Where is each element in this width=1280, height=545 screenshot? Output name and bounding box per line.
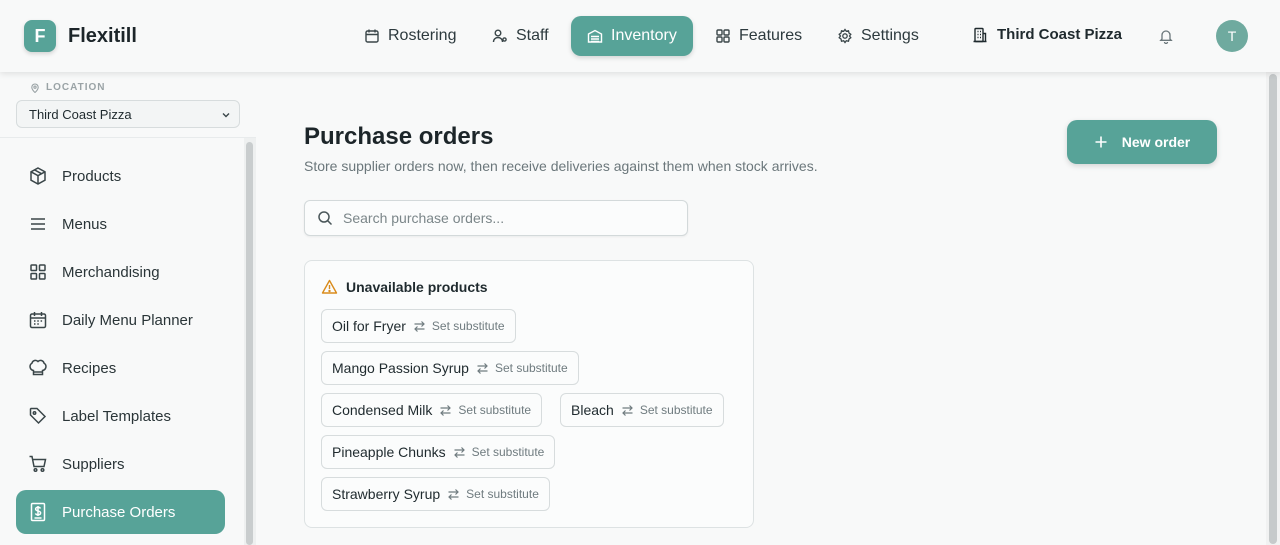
sidebar-item-label: Label Templates <box>62 407 171 425</box>
set-substitute-button[interactable]: Set substitute <box>621 403 713 417</box>
sidebar-scrollbar-thumb[interactable] <box>246 142 253 545</box>
sidebar-item-label: Suppliers <box>62 455 125 473</box>
nav-inventory[interactable]: Inventory <box>571 16 693 56</box>
nav-label: Rostering <box>388 27 457 44</box>
grid-icon <box>28 262 48 282</box>
dollar-doc-icon <box>28 502 48 522</box>
product-name: Pineapple Chunks <box>332 444 446 460</box>
sidebar-item-label: Menus <box>62 215 108 233</box>
set-substitute-label: Set substitute <box>466 487 539 501</box>
sidebar-item-label: Products <box>62 167 122 185</box>
inventory-icon <box>587 28 603 44</box>
unavailable-product-chip: Bleach Set substitute <box>560 393 724 427</box>
sidebar-item-label: Recipes <box>62 359 117 377</box>
cart-icon <box>28 454 48 474</box>
set-substitute-button[interactable]: Set substitute <box>447 487 539 501</box>
app-logo[interactable]: F <box>24 20 56 52</box>
swap-icon <box>476 362 489 375</box>
nav-label: Inventory <box>611 27 677 44</box>
swap-icon <box>621 404 634 417</box>
unavailable-product-chip: Mango Passion Syrup Set substitute <box>321 351 579 385</box>
map-pin-icon <box>30 83 40 93</box>
nav-features[interactable]: Features <box>699 16 818 56</box>
unavailable-product-chip: Condensed Milk Set substitute <box>321 393 543 427</box>
location-label-text: LOCATION <box>46 82 106 93</box>
nav-staff[interactable]: Staff <box>476 16 565 56</box>
location-name: Third Coast Pizza <box>997 26 1123 43</box>
unavailable-product-chip: Oil for Fryer Set substitute <box>321 309 516 343</box>
sidebar-item-label: Purchase Orders <box>62 503 176 521</box>
unavailable-product-chip: Strawberry Syrup Set substitute <box>321 477 550 511</box>
plus-icon <box>1094 135 1108 149</box>
new-order-label: New order <box>1121 134 1191 150</box>
unavailable-heading-text: Unavailable products <box>346 279 488 295</box>
sidebar-item-suppliers[interactable]: Suppliers <box>16 442 225 486</box>
bell-icon[interactable] <box>1158 28 1174 44</box>
set-substitute-label: Set substitute <box>639 403 713 417</box>
set-substitute-button[interactable]: Set substitute <box>453 445 545 459</box>
location-select[interactable]: Third Coast Pizza <box>16 100 240 128</box>
sidebar-item-recipes[interactable]: Recipes <box>16 346 225 390</box>
new-order-button[interactable]: New order <box>1067 120 1217 164</box>
set-substitute-button[interactable]: Set substitute <box>439 403 531 417</box>
box-icon <box>28 166 48 186</box>
main-scrollbar-thumb[interactable] <box>1269 74 1277 544</box>
nav-label: Settings <box>861 27 919 44</box>
tag-icon <box>28 406 48 426</box>
product-name: Condensed Milk <box>332 402 433 418</box>
current-location[interactable]: Third Coast Pizza <box>972 26 1122 43</box>
user-icon <box>492 28 508 44</box>
set-substitute-label: Set substitute <box>458 403 532 417</box>
top-bar: F Flexitill Rostering Staff Inventory Fe… <box>0 0 1280 72</box>
set-substitute-button[interactable]: Set substitute <box>476 361 568 375</box>
unavailable-products-heading: Unavailable products <box>321 279 488 295</box>
sidebar-item-purchase-orders[interactable]: Purchase Orders <box>16 490 225 534</box>
page-subtitle: Store supplier orders now, then receive … <box>304 158 818 174</box>
product-name: Strawberry Syrup <box>332 486 441 502</box>
chef-hat-icon <box>28 358 48 378</box>
location-label: LOCATION <box>30 82 105 93</box>
chevron-down-icon <box>221 110 231 120</box>
avatar[interactable]: T <box>1216 20 1248 52</box>
grid-icon <box>715 28 731 44</box>
gear-icon <box>837 28 853 44</box>
nav-settings[interactable]: Settings <box>821 16 935 56</box>
swap-icon <box>447 488 460 501</box>
set-substitute-label: Set substitute <box>471 445 545 459</box>
sidebar-item-merchandising[interactable]: Merchandising <box>16 250 225 294</box>
sidebar-item-menus[interactable]: Menus <box>16 202 225 246</box>
sidebar-divider <box>0 137 256 138</box>
nav-rostering[interactable]: Rostering <box>348 16 472 56</box>
set-substitute-label: Set substitute <box>494 361 568 375</box>
calendar-icon <box>28 310 48 330</box>
search-box <box>304 200 688 236</box>
swap-icon <box>413 320 426 333</box>
menu-lines-icon <box>28 214 48 234</box>
location-select-value: Third Coast Pizza <box>29 106 132 122</box>
sidebar-item-daily-menu-planner[interactable]: Daily Menu Planner <box>16 298 225 342</box>
sidebar-item-label-templates[interactable]: Label Templates <box>16 394 225 438</box>
unavailable-products-card: Unavailable products Oil for Fryer Set s… <box>304 260 754 528</box>
building-icon <box>972 27 988 43</box>
sidebar-item-label: Merchandising <box>62 263 160 281</box>
set-substitute-label: Set substitute <box>431 319 505 333</box>
app-name[interactable]: Flexitill <box>68 25 137 48</box>
warning-icon <box>321 279 338 295</box>
nav-label: Staff <box>516 27 549 44</box>
search-icon <box>317 210 333 226</box>
unavailable-product-chip: Pineapple Chunks Set substitute <box>321 435 556 469</box>
page-title: Purchase orders <box>304 123 494 150</box>
search-input[interactable] <box>343 210 663 226</box>
sidebar-item-label: Daily Menu Planner <box>62 311 193 329</box>
nav-label: Features <box>739 27 803 44</box>
set-substitute-button[interactable]: Set substitute <box>413 319 505 333</box>
swap-icon <box>453 446 466 459</box>
calendar-icon <box>364 28 380 44</box>
product-name: Oil for Fryer <box>332 318 406 334</box>
product-name: Mango Passion Syrup <box>332 360 469 376</box>
swap-icon <box>439 404 452 417</box>
product-name: Bleach <box>571 402 614 418</box>
sidebar-item-products[interactable]: Products <box>16 154 225 198</box>
